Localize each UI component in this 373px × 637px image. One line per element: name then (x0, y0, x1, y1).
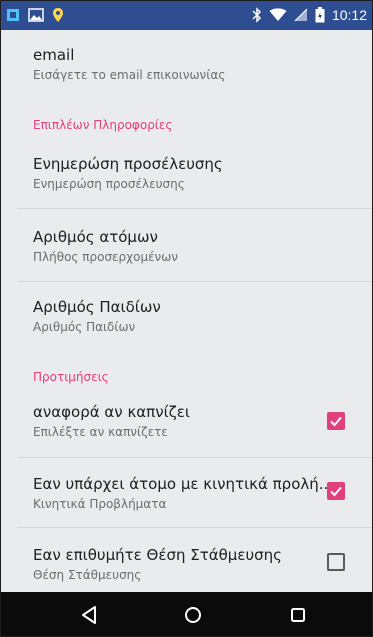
screenshot-border (0, 0, 373, 637)
